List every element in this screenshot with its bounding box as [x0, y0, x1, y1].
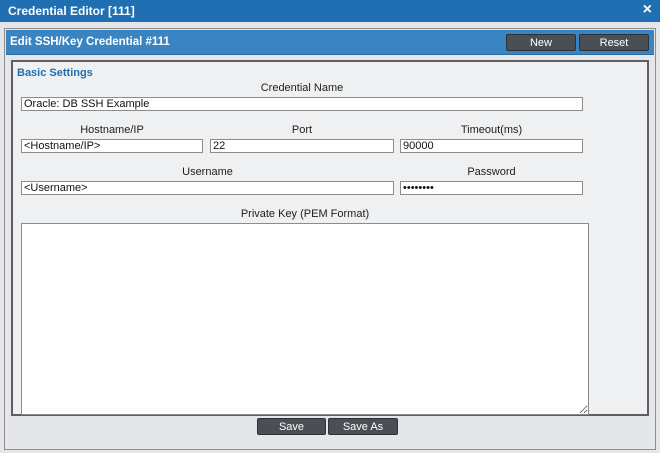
hostname-input[interactable] — [21, 139, 203, 153]
credential-name-input[interactable] — [21, 97, 583, 111]
editor-header: Edit SSH/Key Credential #111 New Reset — [6, 30, 654, 55]
timeout-label: Timeout(ms) — [460, 124, 523, 136]
editor-header-title: Edit SSH/Key Credential #111 — [10, 36, 170, 48]
credential-name-label: Credential Name — [260, 82, 344, 94]
editor-container: Edit SSH/Key Credential #111 New Reset B… — [4, 28, 656, 450]
timeout-input[interactable] — [400, 139, 583, 153]
password-label: Password — [467, 166, 516, 178]
close-icon[interactable]: × — [643, 1, 652, 19]
window-title-bar: Credential Editor [111] × — [0, 0, 660, 22]
port-label: Port — [291, 124, 313, 136]
window-title: Credential Editor [111] — [8, 4, 135, 18]
private-key-textarea[interactable] — [21, 223, 589, 415]
section-title: Basic Settings — [17, 67, 93, 79]
password-input[interactable] — [400, 181, 583, 195]
username-input[interactable] — [21, 181, 394, 195]
new-button[interactable]: New — [506, 34, 576, 51]
private-key-label: Private Key (PEM Format) — [240, 208, 370, 220]
reset-button[interactable]: Reset — [579, 34, 649, 51]
save-as-button[interactable]: Save As — [328, 418, 398, 435]
save-button[interactable]: Save — [257, 418, 326, 435]
username-label: Username — [182, 166, 233, 178]
basic-settings-panel: Basic Settings Credential Name Hostname/… — [11, 60, 649, 416]
hostname-label: Hostname/IP — [80, 124, 144, 136]
port-input[interactable] — [210, 139, 394, 153]
